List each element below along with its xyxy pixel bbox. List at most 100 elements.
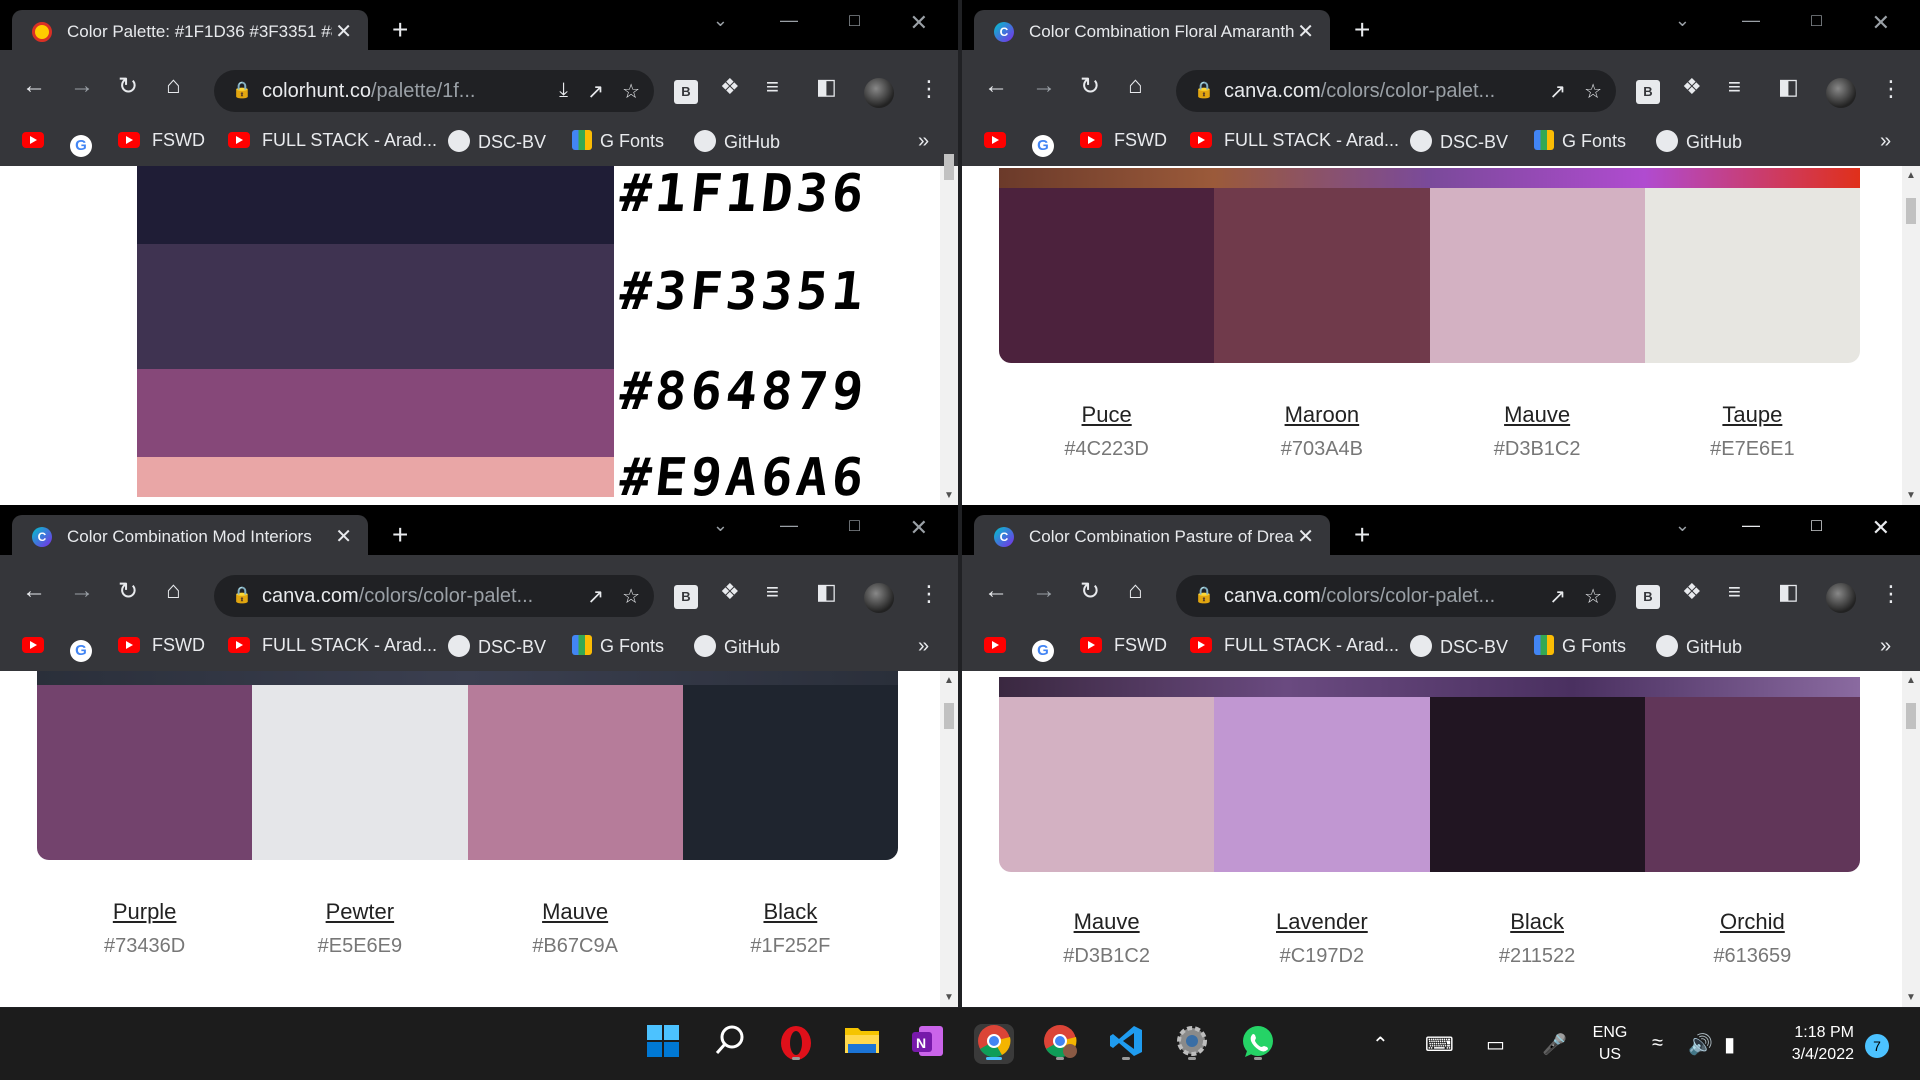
new-tab-button[interactable]: + xyxy=(392,521,408,549)
home-button[interactable]: ⌂ xyxy=(166,577,181,605)
bookmarks-overflow-icon[interactable]: » xyxy=(1880,130,1891,153)
color-swatch[interactable] xyxy=(1214,188,1430,363)
back-button[interactable]: ← xyxy=(22,577,46,605)
bookmark-item[interactable]: G Fonts xyxy=(1534,130,1626,152)
scrollbar-thumb[interactable] xyxy=(944,703,954,729)
microphone-icon[interactable]: 🎤 xyxy=(1542,1032,1567,1057)
chevron-up-icon[interactable]: ⌃ xyxy=(1372,1032,1389,1057)
home-button[interactable]: ⌂ xyxy=(1128,577,1143,605)
scrollbar-thumb[interactable] xyxy=(1906,703,1916,729)
bookmark-star-icon[interactable]: ☆ xyxy=(1584,584,1602,609)
scroll-down-arrow-icon[interactable]: ▼ xyxy=(1906,490,1916,501)
forward-button[interactable]: → xyxy=(1032,72,1056,100)
minimize-button[interactable]: — xyxy=(780,10,798,31)
bookmark-item[interactable]: G Fonts xyxy=(1534,635,1626,657)
reload-button[interactable]: ↻ xyxy=(118,577,138,606)
media-control-icon[interactable]: ≡ xyxy=(1728,579,1741,605)
bookmark-item[interactable]: DSC-BV xyxy=(448,130,546,153)
close-tab-icon[interactable]: ✕ xyxy=(1297,19,1314,44)
bookmark-item[interactable]: FSWD xyxy=(118,635,205,656)
tab-search-icon[interactable]: ⌄ xyxy=(713,10,728,31)
bookmark-item[interactable]: DSC-BV xyxy=(1410,130,1508,153)
scrollbar-thumb[interactable] xyxy=(1906,198,1916,224)
opera-icon[interactable] xyxy=(776,1024,816,1064)
media-control-icon[interactable]: ≡ xyxy=(1728,74,1741,100)
color-swatch[interactable] xyxy=(1644,188,1860,363)
color-name-link[interactable]: Black xyxy=(1430,909,1645,935)
color-name-link[interactable]: Lavender xyxy=(1214,909,1429,935)
tab-search-icon[interactable]: ⌄ xyxy=(1675,515,1690,536)
close-window-button[interactable]: ✕ xyxy=(910,10,928,36)
back-button[interactable]: ← xyxy=(22,72,46,100)
palette-color-band[interactable] xyxy=(137,369,614,457)
bookmark-item[interactable]: FULL STACK - Arad... xyxy=(1190,130,1399,151)
menu-kebab-icon[interactable]: ⋮ xyxy=(1880,581,1902,607)
color-swatch[interactable] xyxy=(999,697,1215,872)
color-name-link[interactable]: Black xyxy=(683,899,898,925)
color-swatch[interactable] xyxy=(252,685,468,860)
onenote-icon[interactable]: N xyxy=(908,1024,948,1064)
browser-tab[interactable]: C Color Combination Mod Interiors ✕ xyxy=(12,515,368,557)
address-bar[interactable]: 🔒 colorhunt.co/palette/1f... ⤓ ↗ ☆ xyxy=(214,70,654,112)
color-swatch[interactable] xyxy=(37,685,253,860)
palette-color-band[interactable] xyxy=(137,244,614,369)
bookmark-item[interactable] xyxy=(22,635,56,656)
bookmark-item[interactable]: GitHub xyxy=(694,130,780,153)
minimize-button[interactable]: — xyxy=(780,515,798,536)
scroll-down-arrow-icon[interactable]: ▼ xyxy=(1906,992,1916,1003)
vertical-scrollbar[interactable]: ▲ ▼ xyxy=(1902,671,1920,1007)
extensions-puzzle-icon[interactable]: ❖ xyxy=(1682,74,1702,100)
maximize-button[interactable]: □ xyxy=(1811,10,1822,31)
reload-button[interactable]: ↻ xyxy=(1080,577,1100,606)
palette-color-band[interactable] xyxy=(137,166,614,244)
whatsapp-icon[interactable] xyxy=(1238,1024,1278,1064)
wifi-icon[interactable]: ≈ xyxy=(1652,1032,1663,1055)
reload-button[interactable]: ↻ xyxy=(118,72,138,101)
menu-kebab-icon[interactable]: ⋮ xyxy=(1880,76,1902,102)
bookmark-item[interactable]: GitHub xyxy=(1656,635,1742,658)
forward-button[interactable]: → xyxy=(70,72,94,100)
profile-avatar[interactable] xyxy=(864,583,894,613)
scroll-up-arrow-icon[interactable]: ▲ xyxy=(1906,675,1916,686)
color-name-link[interactable]: Purple xyxy=(37,899,252,925)
vscode-icon[interactable] xyxy=(1106,1024,1146,1064)
bookmark-item[interactable]: GitHub xyxy=(694,635,780,658)
vertical-scrollbar[interactable]: ▲ ▼ xyxy=(940,671,958,1007)
bookmark-item[interactable]: FULL STACK - Arad... xyxy=(228,130,437,151)
menu-kebab-icon[interactable]: ⋮ xyxy=(918,581,940,607)
profile-avatar[interactable] xyxy=(1826,78,1856,108)
color-name-link[interactable]: Puce xyxy=(999,402,1214,428)
color-swatch[interactable] xyxy=(1429,697,1645,872)
maximize-button[interactable]: □ xyxy=(849,515,860,536)
close-tab-icon[interactable]: ✕ xyxy=(1297,524,1314,549)
reload-button[interactable]: ↻ xyxy=(1080,72,1100,101)
extensions-puzzle-icon[interactable]: ❖ xyxy=(720,74,740,100)
chrome-profile-icon[interactable] xyxy=(1040,1024,1080,1064)
side-panel-icon[interactable]: ◧ xyxy=(816,579,837,605)
profile-avatar[interactable] xyxy=(864,78,894,108)
new-tab-button[interactable]: + xyxy=(1354,521,1370,549)
extensions-puzzle-icon[interactable]: ❖ xyxy=(1682,579,1702,605)
profile-avatar[interactable] xyxy=(1826,583,1856,613)
color-swatch[interactable] xyxy=(682,685,898,860)
extension-b-icon[interactable]: B xyxy=(1636,585,1660,609)
forward-button[interactable]: → xyxy=(70,577,94,605)
side-panel-icon[interactable]: ◧ xyxy=(816,74,837,100)
tab-search-icon[interactable]: ⌄ xyxy=(713,515,728,536)
address-bar[interactable]: 🔒 canva.com/colors/color-palet... ↗ ☆ xyxy=(214,575,654,617)
back-button[interactable]: ← xyxy=(984,72,1008,100)
bookmark-item[interactable]: G xyxy=(70,130,92,157)
color-name-link[interactable]: Mauve xyxy=(999,909,1214,935)
home-button[interactable]: ⌂ xyxy=(166,72,181,100)
browser-tab[interactable]: C Color Combination Pasture of Dreams ✕ xyxy=(974,515,1330,557)
bookmark-item[interactable]: GitHub xyxy=(1656,130,1742,153)
home-button[interactable]: ⌂ xyxy=(1128,72,1143,100)
maximize-button[interactable]: □ xyxy=(849,10,860,31)
color-swatch[interactable] xyxy=(999,188,1215,363)
minimize-button[interactable]: — xyxy=(1742,515,1760,536)
back-button[interactable]: ← xyxy=(984,577,1008,605)
browser-tab[interactable]: Color Palette: #1F1D36 #3F3351 #864879 #… xyxy=(12,10,368,52)
close-tab-icon[interactable]: ✕ xyxy=(335,19,352,44)
media-control-icon[interactable]: ≡ xyxy=(766,579,779,605)
color-name-link[interactable]: Mauve xyxy=(1430,402,1645,428)
